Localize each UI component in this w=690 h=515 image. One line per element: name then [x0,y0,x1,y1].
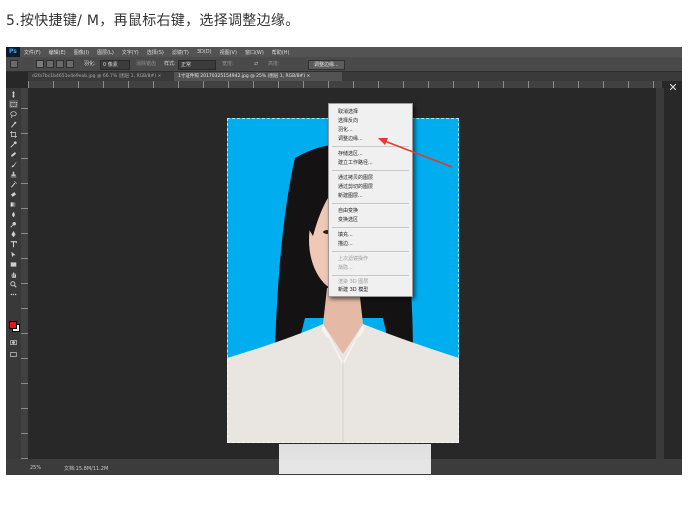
menu-image[interactable]: 图像(I) [70,49,93,56]
menu-edit[interactable]: 编辑(E) [45,49,70,56]
ps-logo: Ps [6,47,20,57]
vertical-scrollbar[interactable] [656,88,664,459]
tab-document-2[interactable]: 1寸证件照 20170325154942.jpg @ 25% (图层 1, RG… [174,72,342,81]
menu-help[interactable]: 帮助(H) [268,49,294,56]
zoom-level[interactable]: 25% [30,465,41,471]
vertical-ruler [21,88,28,459]
marquee-preset-button[interactable] [10,60,18,68]
dodge-tool-icon[interactable] [9,220,18,228]
photoshop-window: Ps 文件(F) 编辑(E) 图像(I) 图层(L) 文字(Y) 选择(S) 滤… [6,47,682,475]
menu-item-layer-via-copy[interactable]: 通过拷贝的图层 [338,174,373,182]
subtract-selection-button[interactable] [56,60,64,68]
height-label: 高度: [268,61,280,67]
menu-item-fade: 渐隐... [338,265,353,271]
menu-item-fill[interactable]: 填充... [338,231,353,239]
screen-mode-icon[interactable] [9,350,18,358]
menu-separator [332,170,409,171]
history-brush-icon[interactable] [9,180,18,188]
watermark-overlay [279,444,431,474]
new-selection-button[interactable] [36,60,44,68]
options-bar: 羽化: 0 像素 消除锯齿 样式: 正常 宽度: ⇄ 高度: 调整边缘... [6,57,682,72]
menu-window[interactable]: 窗口(W) [241,49,268,56]
menu-item-stroke[interactable]: 描边... [338,240,353,248]
menu-item-new-3d-model[interactable]: 新建 3D 模型 [338,286,368,294]
menu-item-select-inverse[interactable]: 选择反向 [338,117,358,125]
menu-separator [332,251,409,252]
pen-tool-icon[interactable] [9,230,18,238]
quick-select-tool-icon[interactable] [9,120,18,128]
close-icon[interactable]: ✕ [668,82,678,94]
menu-item-refine-edge[interactable]: 调整边缘... [338,135,363,143]
rectangle-tool-icon[interactable] [9,260,18,268]
menu-separator [332,146,409,147]
menu-file[interactable]: 文件(F) [20,49,45,56]
caption-text: 5.按快捷键/ M，再鼠标右键，选择调整边缘。 [6,13,300,29]
menu-item-last-filter: 上次滤镜操作 [338,256,369,262]
document-size: 文档:15.8M/11.2M [64,466,109,472]
more-tools-icon[interactable] [9,290,18,298]
menu-item-free-transform[interactable]: 自由变换 [338,207,358,215]
feather-input[interactable]: 0 像素 [100,60,130,70]
menu-select[interactable]: 选择(S) [143,49,168,56]
width-label: 宽度: [222,61,234,67]
eraser-tool-icon[interactable] [9,190,18,198]
add-selection-button[interactable] [46,60,54,68]
style-select[interactable]: 正常 [178,60,216,70]
menu-separator [332,203,409,204]
clone-stamp-icon[interactable] [9,170,18,178]
menu-item-deselect[interactable]: 取消选择 [338,108,358,116]
style-label: 样式: [164,61,176,67]
menu-item-render-3d-layer: 渲染 3D 图层 [338,279,369,285]
lasso-tool-icon[interactable] [9,110,18,118]
menu-view[interactable]: 视图(V) [216,49,241,56]
foreground-color-swatch[interactable] [9,321,17,329]
horizontal-ruler [28,81,662,88]
antialias-checkbox[interactable]: 消除锯齿 [136,60,156,68]
crop-tool-icon[interactable] [9,130,18,138]
gradient-tool-icon[interactable] [9,200,18,208]
type-tool-icon[interactable] [9,240,18,248]
menu-item-save-selection[interactable]: 存储选区... [338,150,363,158]
swap-icon[interactable]: ⇄ [254,60,258,68]
menu-item-new-layer[interactable]: 新建图层... [338,192,363,200]
brush-tool-icon[interactable] [9,160,18,168]
menu-3d[interactable]: 3D(D) [193,49,216,55]
menu-item-layer-via-cut[interactable]: 通过剪切的图层 [338,183,373,191]
feather-label: 羽化: [84,61,96,67]
hand-tool-icon[interactable] [9,270,18,278]
blur-tool-icon[interactable] [9,210,18,218]
move-tool-icon[interactable] [9,90,18,98]
menu-item-make-work-path[interactable]: 建立工作路径... [338,159,373,167]
menu-separator [332,227,409,228]
document-tabs: d2fa7bc1b4651e4e9eab.jpg @ 66.7% (图层 1, … [28,72,682,81]
intersect-selection-button[interactable] [66,60,74,68]
tools-panel [6,88,21,459]
tab-document-1[interactable]: d2fa7bc1b4651e4e9eab.jpg @ 66.7% (图层 1, … [28,72,178,81]
context-menu: 取消选择 选择反向 羽化... 调整边缘... 存储选区... 建立工作路径..… [328,103,413,297]
menubar: Ps 文件(F) 编辑(E) 图像(I) 图层(L) 文字(Y) 选择(S) 滤… [6,47,682,57]
menu-layer[interactable]: 图层(L) [93,49,118,56]
menu-type[interactable]: 文字(Y) [118,49,143,56]
quick-mask-icon[interactable] [9,338,18,346]
eyedropper-tool-icon[interactable] [9,140,18,148]
menu-item-transform-selection[interactable]: 变换选区 [338,216,358,224]
path-select-icon[interactable] [9,250,18,258]
zoom-tool-icon[interactable] [9,280,18,288]
menu-filter[interactable]: 滤镜(T) [168,49,193,56]
menu-item-feather[interactable]: 羽化... [338,126,353,134]
menu-separator [332,275,409,276]
refine-edge-button[interactable]: 调整边缘... [308,60,345,70]
marquee-tool-icon[interactable] [9,100,18,108]
healing-brush-icon[interactable] [9,150,18,158]
